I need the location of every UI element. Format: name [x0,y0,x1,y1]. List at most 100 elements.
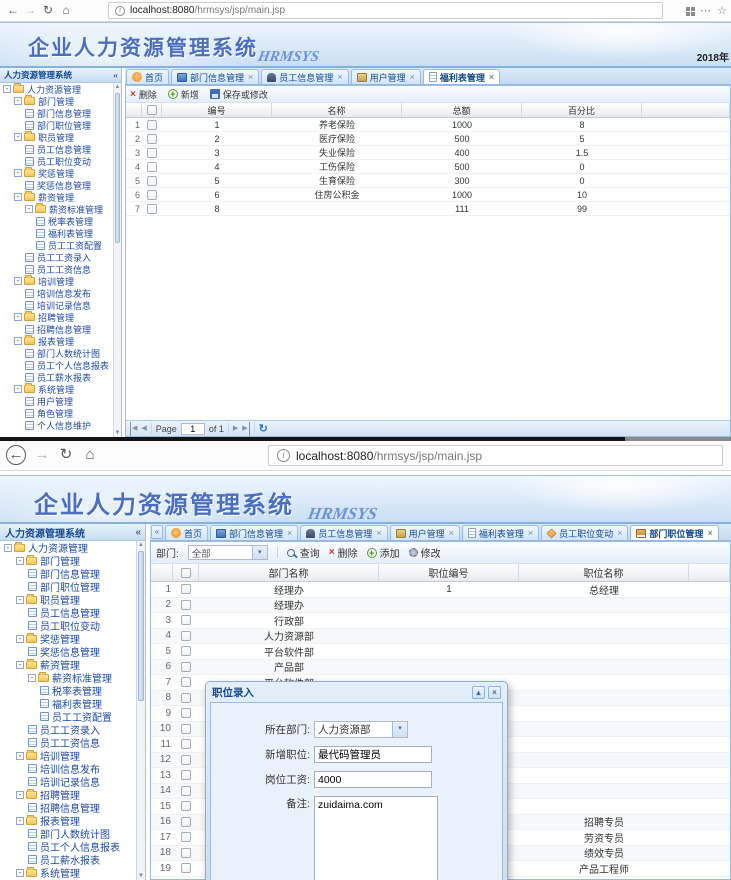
tree-item-员工职位变动[interactable]: 员工职位变动 [0,155,113,167]
tab-close-icon[interactable]: × [528,528,533,538]
scroll-down-icon[interactable]: ▼ [114,429,121,437]
collapse-toggle-icon[interactable]: - [4,543,12,552]
tree-item-员工工资配置[interactable]: 员工工资配置 [0,239,113,251]
collapse-toggle-icon[interactable]: - [16,816,24,825]
url-bar[interactable]: i localhost:8080/hrmsys/jsp/main.jsp [108,2,663,19]
tree-item-员工个人信息报表[interactable]: 员工个人信息报表 [0,359,113,371]
tree-item-薪资管理[interactable]: - 薪资管理 [0,191,113,203]
tab-close-icon[interactable]: × [707,528,712,538]
tab-emp-info[interactable]: 员工信息管理 × [261,69,349,84]
collapse-toggle-icon[interactable]: - [14,385,22,393]
tree-item-报表管理[interactable]: - 报表管理 [0,335,113,347]
row-checkbox[interactable] [147,147,157,158]
tree-item-员工工资录入[interactable]: 员工工资录入 [0,251,113,263]
tree-item-招聘管理[interactable]: - 招聘管理 [0,311,113,323]
tree-item-培训信息发布[interactable]: 培训信息发布 [0,287,113,299]
tab-close-icon[interactable]: × [376,528,381,538]
tab-close-icon[interactable]: × [287,528,292,538]
tab-close-icon[interactable]: × [617,528,622,538]
row-checkbox[interactable] [181,801,191,812]
tab-home[interactable]: ⌂ 首页 [126,69,170,84]
collapse-toggle-icon[interactable]: - [3,85,11,93]
tab-dept-pos[interactable]: 部门职位管理 × [630,525,719,540]
row-checkbox[interactable] [181,646,191,657]
reload-button[interactable]: ↻ [56,441,76,469]
save-button[interactable]: 保存或修改 [209,88,268,101]
tab-emp-pos-change[interactable]: 员工职位变动 × [541,525,629,540]
add-button[interactable]: 添加 [366,545,400,560]
first-page-icon[interactable]: ◀ [130,421,137,436]
sidebar-collapse-icon[interactable]: « [135,527,141,538]
collapse-toggle-icon[interactable]: - [25,205,33,213]
tree-item-部门管理[interactable]: - 部门管理 [0,95,113,107]
collapse-toggle-icon[interactable]: - [14,193,22,201]
prev-page-icon[interactable]: ◀ [141,422,146,436]
collapse-toggle-icon[interactable]: - [14,169,22,177]
tree-item-部门信息管理[interactable]: 部门信息管理 [0,107,113,119]
tab-dept-info[interactable]: 部门信息管理 × [210,525,299,540]
collapse-toggle-icon[interactable]: - [14,97,22,105]
tab-user-mgmt[interactable]: 用户管理 × [389,525,460,540]
tab-benefit[interactable]: 福利表管理 × [422,69,501,84]
extensions-icon[interactable] [686,7,695,16]
row-checkbox[interactable] [181,754,191,765]
collapse-toggle-icon[interactable]: - [16,556,24,565]
tree-item-职员管理[interactable]: - 职员管理 [0,131,113,143]
tab-home[interactable]: ⌂ 首页 [165,525,209,540]
row-checkbox[interactable] [181,630,191,641]
tab-close-icon[interactable]: × [410,72,415,82]
tab-user-mgmt[interactable]: 用户管理 × [350,69,421,84]
dropdown-arrow-icon[interactable]: ▾ [251,546,267,559]
tab-benefit[interactable]: 福利表管理 × [461,525,540,540]
next-page-icon[interactable]: ▶ [233,422,238,436]
tree-item-奖惩信息管理[interactable]: 奖惩信息管理 [0,179,113,191]
row-checkbox[interactable] [181,708,191,719]
tree-item-员工薪水报表[interactable]: 员工薪水报表 [0,371,113,383]
tree-item-员工信息管理[interactable]: 员工信息管理 [0,143,113,155]
tab-close-icon[interactable]: × [248,72,253,82]
tree-item-税率表管理[interactable]: 税率表管理 [0,215,113,227]
forward-button[interactable]: → [22,0,38,20]
table-row[interactable]: 2 经理办 [151,597,730,613]
row-checkbox[interactable] [181,584,191,595]
collapse-toggle-icon[interactable]: - [28,673,36,682]
collapse-toggle-icon[interactable]: - [14,337,22,345]
row-checkbox[interactable] [181,863,191,874]
scrollbar-thumb[interactable] [138,551,144,701]
collapse-toggle-icon[interactable]: - [16,634,24,643]
home-button[interactable]: ⌂ [80,441,100,469]
tree-item-奖惩管理[interactable]: - 奖惩管理 [0,167,113,179]
row-checkbox[interactable] [147,189,157,200]
info-icon[interactable]: i [277,449,290,462]
row-checkbox[interactable] [181,832,191,843]
column-header-名称[interactable]: 名称 [272,103,402,117]
table-row[interactable]: 6 6 住房公积金 1000 10 [126,188,730,202]
edit-button[interactable]: 修改 [408,545,441,560]
column-header-总额[interactable]: 总额 [402,103,522,117]
tree-item-人力资源管理[interactable]: - 人力资源管理 [0,83,113,95]
forward-button[interactable]: → [32,441,52,469]
row-checkbox[interactable] [181,785,191,796]
position-input[interactable] [314,746,432,763]
tree-item-薪资标准管理[interactable]: - 薪资标准管理 [0,203,113,215]
scroll-up-icon[interactable]: ▲ [114,83,121,91]
column-header-职位名称[interactable]: 职位名称 [519,564,689,581]
sidebar-scrollbar[interactable]: ▲ ▼ [136,541,145,880]
collapse-toggle-icon[interactable]: - [16,868,24,877]
last-page-icon[interactable]: ▶ [242,421,250,436]
collapse-toggle-icon[interactable]: - [14,313,22,321]
row-checkbox[interactable] [181,723,191,734]
tree-item-系统管理[interactable]: - 系统管理 [0,383,113,395]
more-menu-icon[interactable]: ⋯ [700,4,711,18]
column-header-编号[interactable]: 编号 [162,103,272,117]
back-button[interactable]: ← [5,0,21,20]
row-checkbox[interactable] [181,677,191,688]
dept-filter-select[interactable]: 全部 ▾ [187,545,268,560]
sidebar-scrollbar[interactable]: ▲ ▼ [113,83,121,437]
row-checkbox[interactable] [147,161,157,172]
row-checkbox[interactable] [147,133,157,144]
tree-item-培训管理[interactable]: - 培训管理 [0,275,113,287]
column-header-部门名称[interactable]: 部门名称 [199,564,379,581]
page-input[interactable] [180,422,205,435]
table-row[interactable]: 7 8 111 99 [126,202,730,216]
